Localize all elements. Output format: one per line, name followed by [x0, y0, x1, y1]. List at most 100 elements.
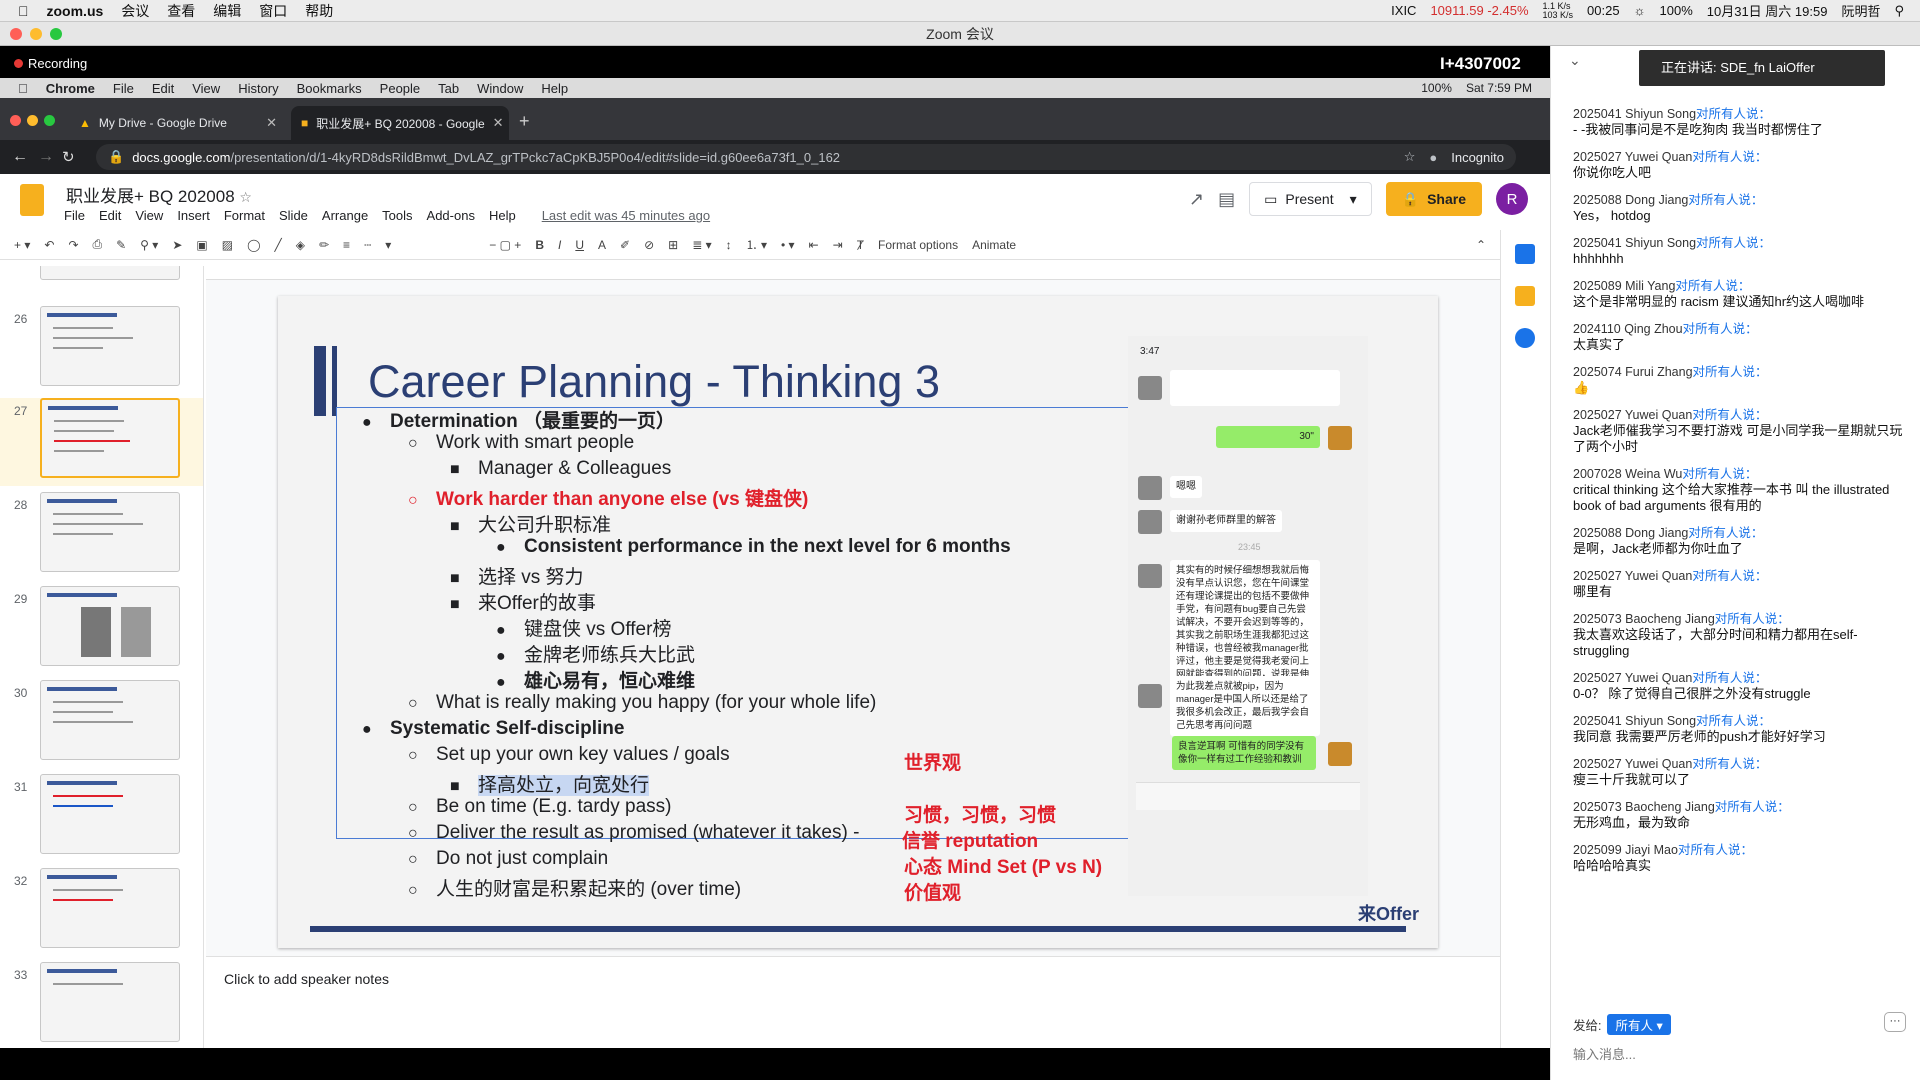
ixic-value[interactable]: 10911.59 -2.45% — [1430, 3, 1528, 18]
menu-file: File — [64, 208, 85, 223]
thumbnail-image — [40, 774, 180, 854]
timer: 00:25 — [1587, 3, 1620, 18]
menu-addons: Add-ons — [426, 208, 475, 223]
mac-menu-item[interactable]: 查看 — [167, 1, 195, 21]
chrome-menu-item: Edit — [142, 80, 174, 96]
wifi-icon[interactable]: ☼ — [1634, 3, 1646, 18]
present-button: ▭ Present ▾ — [1249, 182, 1372, 216]
image-icon: ▨ — [221, 237, 234, 252]
chrome-menu-item: People — [369, 80, 420, 96]
slide-thumbnail: 32 — [0, 868, 203, 956]
chat-bubble: 为此我差点就被pip，因为manager是中国人所以还是给了我很多机会改正，最后… — [1170, 676, 1320, 736]
thumbnail-image — [40, 306, 180, 386]
chat-message: 2025073 Baocheng Jiang对所有人说： 无形鸡血，最为致命 — [1573, 800, 1790, 830]
thumbnail-image — [40, 680, 180, 760]
datetime[interactable]: 10月31日 周六 19:59 — [1707, 1, 1828, 20]
chat-message: 2024110 Qing Zhou对所有人说： 太真实了 — [1573, 322, 1758, 352]
battery-percent[interactable]: 100% — [1660, 3, 1693, 18]
chat-message: 2025088 Dong Jiang对所有人说： Yes， hotdog — [1573, 193, 1764, 223]
mac-menu-item[interactable]: 帮助 — [305, 1, 333, 21]
maximize-icon[interactable] — [50, 28, 62, 40]
tag-worldview: 世界观 — [904, 753, 962, 774]
chrome-battery: 100% — [1421, 81, 1452, 95]
bullet-line: ■ 大公司升职标准 — [450, 515, 612, 536]
tab-my-drive: ▲ My Drive - Google Drive ✕ — [69, 106, 287, 140]
menu-view: View — [135, 208, 164, 223]
tab-slides: ■ 职业发展+ BQ 202008 - Google ✕ — [291, 106, 509, 140]
mac-menu-item[interactable]: 窗口 — [259, 1, 287, 21]
chat-message: 2025074 Furui Zhang对所有人说： 👍 — [1573, 365, 1768, 395]
menu-format: Format — [223, 208, 265, 223]
meeting-id: I+4307002 — [1440, 54, 1521, 73]
keep-icon — [1515, 286, 1535, 306]
mac-menu-item[interactable]: 会议 — [121, 1, 149, 21]
chevron-down-icon[interactable]: ⌄ — [1569, 52, 1581, 69]
chat-screenshot-image: 3:47 30" 嗯嗯 谢谢孙老师群里的解答 23:45 其实有的时候仔细想想我… — [1128, 336, 1368, 896]
bold-icon: B — [535, 237, 544, 252]
recipient-dropdown[interactable]: 所有人 ▾ — [1607, 1014, 1671, 1035]
font-size-stepper: − ▢ + — [489, 237, 522, 252]
chat-message-input[interactable]: 输入消息... — [1573, 1044, 1636, 1063]
chrome-app-name: Chrome — [36, 80, 95, 96]
clear-format-icon: Ⱦ — [856, 237, 865, 252]
ixic-label[interactable]: IXIC — [1391, 3, 1416, 18]
tab-label: 职业发展+ BQ 202008 - Google — [316, 116, 485, 131]
share-button: 🔒 Share — [1385, 182, 1482, 216]
mac-menu-bar:  zoom.us 会议 查看 编辑 窗口 帮助 IXIC 10911.59 -… — [0, 0, 1920, 22]
chat-message: 2025089 Mili Yang对所有人说： 这个是非常明显的 racism 建… — [1573, 279, 1865, 309]
title-accent-bar — [332, 346, 337, 416]
active-speaker-banner: 正在讲话: SDE_fn LaiOffer — [1639, 50, 1885, 86]
calendar-icon — [1515, 244, 1535, 264]
textbox-icon: ▣ — [196, 237, 208, 252]
phone-time: 3:47 — [1140, 346, 1160, 357]
bullet-line: ■ 选择 vs 努力 — [450, 567, 584, 588]
highlight-icon: ✐ — [620, 237, 631, 252]
bullet-line: ● Determination （最重要的一页） — [362, 411, 676, 432]
user-name[interactable]: 阮明哲 — [1841, 1, 1880, 20]
reload-icon: ↻ — [62, 149, 75, 166]
chrome-menu-bar:  Chrome File Edit View History Bookmark… — [0, 78, 1550, 98]
zoom-chat-panel: ⌄ 正在讲话: SDE_fn LaiOffer 2025041 Shiyun S… — [1550, 46, 1920, 1080]
mac-menu-item[interactable]: 编辑 — [213, 1, 241, 21]
comments-icon: ▤ — [1218, 188, 1236, 209]
chrome-menu-item: Help — [531, 80, 568, 96]
chat-message: 2025027 Yuwei Quan对所有人说： 哪里有 — [1573, 569, 1768, 599]
bulleted-list-icon: • ▾ — [781, 237, 795, 252]
more-options-icon[interactable]: ··· — [1884, 1012, 1906, 1032]
apple-icon[interactable]:  — [18, 3, 29, 19]
chevron-down-icon: ▾ — [1349, 190, 1357, 207]
slide-thumbnail: 33 — [0, 962, 203, 1050]
border-color-icon: ✏ — [318, 237, 330, 252]
new-slide-icon: + ▾ — [14, 237, 31, 252]
slide-thumbnail: 26 — [0, 306, 203, 394]
side-panel — [1500, 230, 1550, 1050]
horizontal-ruler — [206, 266, 1500, 280]
slide-thumbnail: 31 — [0, 774, 203, 862]
chat-message: 2025073 Baocheng Jiang对所有人说： 我太喜欢这段话了，大部分… — [1573, 612, 1858, 658]
tab-label: My Drive - Google Drive — [98, 116, 227, 130]
close-icon[interactable] — [10, 28, 22, 40]
thumbnail-image — [40, 266, 180, 280]
link-icon: ⊘ — [644, 237, 655, 252]
menu-tools: Tools — [382, 208, 413, 223]
minimize-icon[interactable] — [30, 28, 42, 40]
font-select: ▾ — [385, 237, 392, 252]
avatar — [1138, 510, 1162, 534]
tag-values: 价值观 — [904, 883, 962, 904]
avatar — [1138, 376, 1162, 400]
chat-messages[interactable]: 2025041 Shiyun Song对所有人说： - -我被同事问是不是吃狗肉 … — [1573, 106, 1913, 885]
bullet-line: ○ What is really making you happy (for yo… — [408, 692, 877, 713]
animate-button: Animate — [972, 237, 1017, 252]
mac-app-name[interactable]: zoom.us — [47, 3, 104, 19]
menu-insert: Insert — [177, 208, 210, 223]
menu-arrange: Arrange — [321, 208, 369, 223]
search-icon[interactable]: ⚲ — [1894, 3, 1904, 19]
send-to-row: 发给: 所有人 ▾ — [1573, 1014, 1671, 1035]
slide-thumbnail: 29 — [0, 586, 203, 674]
chrome-menu-item: File — [103, 80, 134, 96]
undo-icon: ↶ — [44, 237, 55, 252]
collapse-toolbar-icon: ⌃ — [1475, 237, 1486, 252]
chrome-menu-item: Bookmarks — [286, 80, 362, 96]
menu-help: Help — [488, 208, 516, 223]
menu-edit: Edit — [98, 208, 122, 223]
